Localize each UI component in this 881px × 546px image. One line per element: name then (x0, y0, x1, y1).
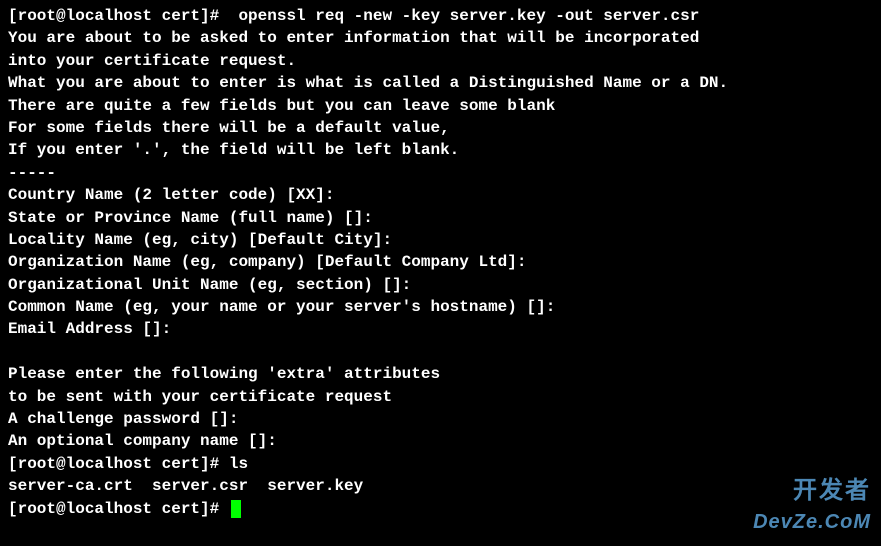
terminal-line: server-ca.crt server.csr server.key (8, 475, 873, 497)
shell-command: openssl req -new -key server.key -out se… (229, 7, 699, 25)
terminal-line: For some fields there will be a default … (8, 117, 873, 139)
shell-prompt: [root@localhost cert]# (8, 500, 229, 518)
terminal-line: [root@localhost cert]# ls (8, 453, 873, 475)
terminal-line: Organizational Unit Name (eg, section) [… (8, 274, 873, 296)
terminal-line: [root@localhost cert]# openssl req -new … (8, 5, 873, 27)
shell-prompt: [root@localhost cert]# (8, 7, 229, 25)
terminal-line: to be sent with your certificate request (8, 386, 873, 408)
terminal-cursor (231, 500, 241, 518)
terminal-line: A challenge password []: (8, 408, 873, 430)
terminal-line: If you enter '.', the field will be left… (8, 139, 873, 161)
terminal-line: ----- (8, 162, 873, 184)
terminal-line: Organization Name (eg, company) [Default… (8, 251, 873, 273)
terminal-line: What you are about to enter is what is c… (8, 72, 873, 94)
terminal-line: There are quite a few fields but you can… (8, 95, 873, 117)
terminal-output[interactable]: [root@localhost cert]# openssl req -new … (8, 5, 873, 520)
terminal-line: Country Name (2 letter code) [XX]: (8, 184, 873, 206)
terminal-line: Email Address []: (8, 318, 873, 340)
terminal-line: Common Name (eg, your name or your serve… (8, 296, 873, 318)
terminal-line: [root@localhost cert]# (8, 498, 873, 520)
terminal-line: You are about to be asked to enter infor… (8, 27, 873, 49)
terminal-line (8, 341, 873, 363)
shell-command: ls (229, 455, 248, 473)
terminal-line: into your certificate request. (8, 50, 873, 72)
terminal-line: State or Province Name (full name) []: (8, 207, 873, 229)
terminal-line: Please enter the following 'extra' attri… (8, 363, 873, 385)
terminal-line: An optional company name []: (8, 430, 873, 452)
terminal-line: Locality Name (eg, city) [Default City]: (8, 229, 873, 251)
shell-prompt: [root@localhost cert]# (8, 455, 229, 473)
